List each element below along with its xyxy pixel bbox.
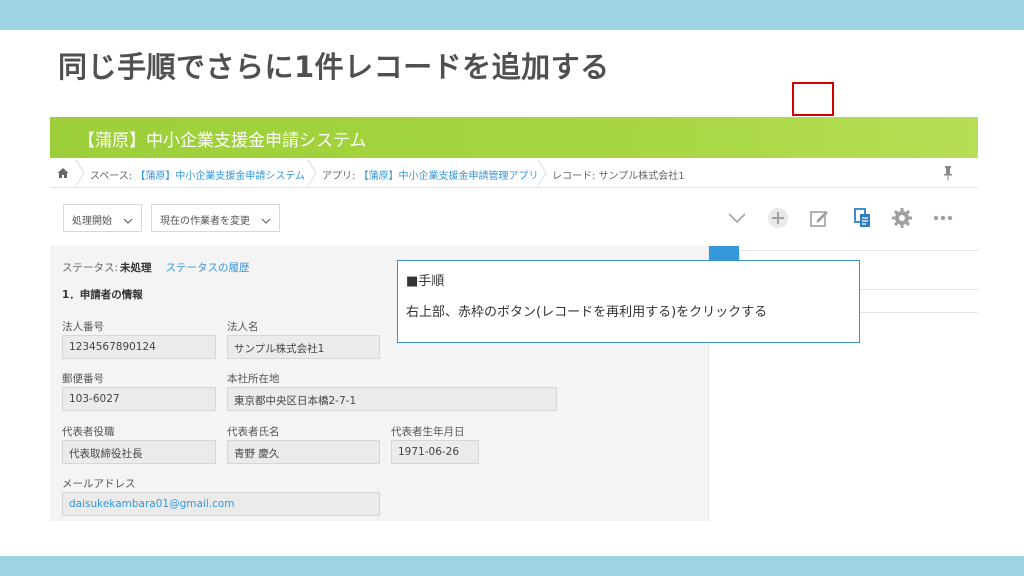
slide-title: 同じ手順でさらに1件レコードを追加する (58, 50, 610, 84)
record-toolbar: 処理開始 現在の作業者を変更 (50, 188, 978, 242)
breadcrumb: スペース: 【蒲原】中小企業支援金申請システム アプリ: 【蒲原】中小企業支援金… (50, 158, 978, 188)
callout-title: ■手順 (406, 274, 445, 289)
status-row: ステータス: 未処理 ステータスの履歴 (62, 260, 250, 275)
field-label-postal-code: 郵便番号 (62, 373, 104, 385)
field-label-corp-number: 法人番号 (62, 321, 104, 333)
status-value: 未処理 (120, 262, 152, 274)
chevron-down-icon[interactable] (725, 206, 749, 230)
app-title: 【蒲原】中小企業支援金申請システム (78, 131, 367, 151)
breadcrumb-app[interactable]: アプリ: 【蒲原】中小企業支援金申請管理アプリ (322, 167, 539, 182)
field-label-email: メールアドレス (62, 478, 136, 490)
field-label-rep-name: 代表者氏名 (227, 426, 280, 438)
chevron-right-icon (75, 160, 85, 186)
status-label: ステータス: (62, 262, 119, 274)
process-start-dropdown[interactable]: 処理開始 (63, 204, 143, 232)
reuse-record-icon[interactable] (851, 206, 875, 230)
breadcrumb-space-prefix: スペース: (90, 171, 133, 182)
chevron-down-icon (261, 218, 271, 224)
change-assignee-dropdown[interactable]: 現在の作業者を変更 (151, 204, 281, 232)
field-label-corp-name: 法人名 (227, 321, 259, 333)
field-value-rep-name: 青野 慶久 (227, 440, 380, 464)
change-assignee-label: 現在の作業者を変更 (160, 216, 250, 227)
field-value-address: 東京都中央区日本橋2-7-1 (227, 387, 557, 411)
breadcrumb-record: レコード: サンプル株式会社1 (552, 167, 685, 182)
app-header: 【蒲原】中小企業支援金申請システム (50, 117, 978, 158)
field-value-rep-birthday: 1971-06-26 (391, 440, 479, 464)
chevron-right-icon (537, 160, 547, 186)
field-label-rep-birthday: 代表者生年月日 (391, 426, 465, 438)
breadcrumb-space[interactable]: スペース: 【蒲原】中小企業支援金申請システム (90, 167, 305, 182)
edit-icon[interactable] (807, 206, 831, 230)
home-icon[interactable] (56, 166, 70, 180)
breadcrumb-record-name: サンプル株式会社1 (598, 171, 685, 182)
field-value-email[interactable]: daisukekambara01@gmail.com (62, 492, 380, 516)
callout-body: 右上部、赤枠のボタン(レコードを再利用する)をクリックする (406, 305, 768, 320)
top-decor-bar (0, 0, 1024, 30)
field-label-address: 本社所在地 (227, 373, 280, 385)
more-icon[interactable] (931, 206, 955, 230)
process-start-label: 処理開始 (72, 216, 112, 227)
add-icon[interactable] (766, 206, 790, 230)
gear-icon[interactable] (890, 206, 914, 230)
field-value-corp-name: サンプル株式会社1 (227, 335, 380, 359)
field-value-corp-number: 1234567890124 (62, 335, 216, 359)
instruction-callout: ■手順 右上部、赤枠のボタン(レコードを再利用する)をクリックする (397, 260, 860, 343)
chevron-down-icon (123, 218, 133, 224)
field-label-rep-title: 代表者役職 (62, 426, 115, 438)
bottom-decor-bar (0, 556, 1024, 576)
breadcrumb-app-prefix: アプリ: (322, 171, 356, 182)
field-value-postal-code: 103-6027 (62, 387, 216, 411)
reuse-button-highlight (792, 82, 834, 116)
breadcrumb-space-link[interactable]: 【蒲原】中小企業支援金申請システム (135, 171, 305, 182)
breadcrumb-app-link[interactable]: 【蒲原】中小企業支援金申請管理アプリ (359, 171, 539, 182)
status-history-link[interactable]: ステータスの履歴 (166, 262, 250, 274)
pin-icon[interactable] (942, 165, 954, 181)
breadcrumb-record-prefix: レコード: (552, 171, 596, 182)
section-title: 1．申請者の情報 (62, 289, 143, 301)
field-value-rep-title: 代表取締役社長 (62, 440, 216, 464)
chevron-right-icon (307, 160, 317, 186)
side-panel-tab[interactable] (709, 246, 739, 260)
